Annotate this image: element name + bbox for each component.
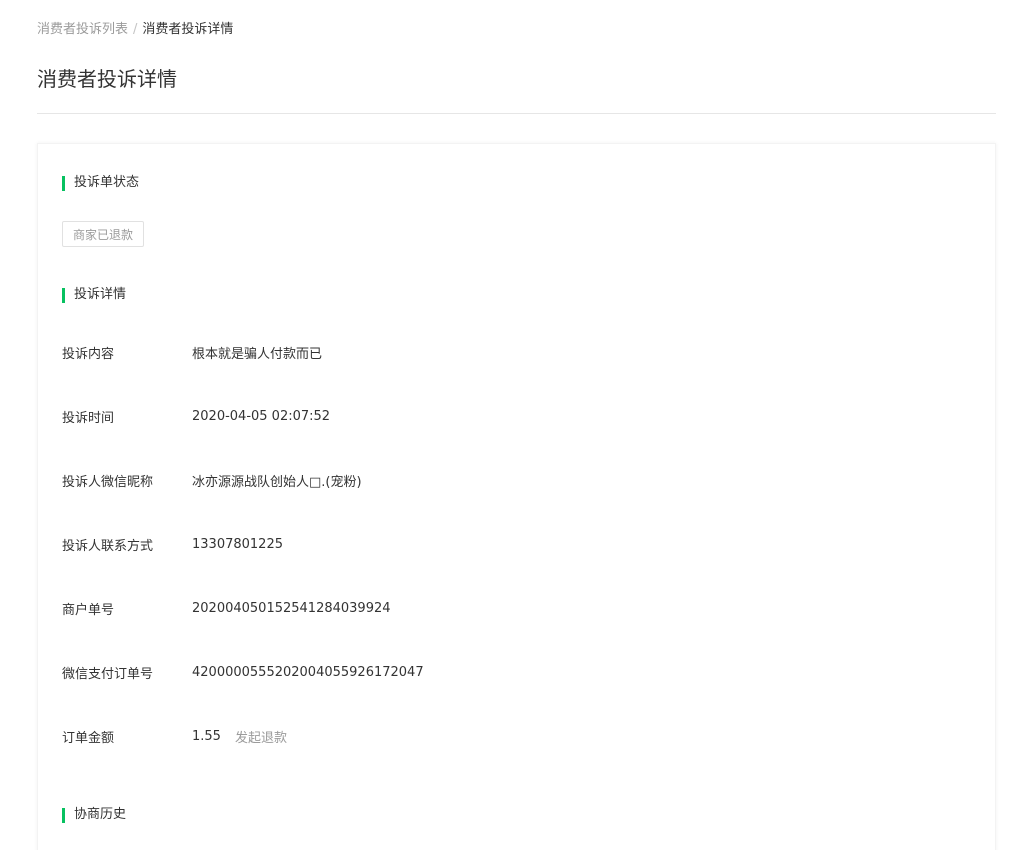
status-badge: 商家已退款 [62, 221, 145, 247]
detail-value: 4200000555202004055926172047 [192, 664, 424, 680]
detail-value: 1.55 [192, 728, 221, 744]
page: 消费者投诉列表 / 消费者投诉详情 消费者投诉详情 投诉单状态 商家已退款 投诉详情… [0, 0, 1033, 850]
detail-row-contact: 投诉人联系方式 13307801225 [62, 534, 283, 554]
detail-label: 订单金额 [62, 730, 115, 746]
section-accent-bar [62, 175, 65, 191]
section-header-details: 投诉详情 [62, 287, 126, 303]
initiate-refund-link[interactable]: 发起退款 [235, 727, 287, 746]
breadcrumb-separator: / [133, 22, 138, 37]
detail-value: 20200405015254128403992​4 [192, 600, 391, 616]
breadcrumb: 消费者投诉列表 / 消费者投诉详情 [37, 21, 233, 39]
detail-label: 微信支付订单号 [62, 666, 154, 682]
detail-value: 2020-04-05 02:07:52 [192, 408, 331, 424]
section-header-status: 投诉单状态 [62, 175, 139, 191]
detail-label: 投诉人微信昵称 [62, 474, 154, 490]
section-title-status: 投诉单状态 [74, 175, 140, 190]
detail-value: 13307801225 [192, 536, 283, 552]
section-title-history: 协商历史 [74, 807, 127, 822]
detail-label: 投诉时间 [62, 410, 115, 426]
page-title: 消费者投诉详情 [37, 67, 177, 91]
detail-row-time: 投诉时间 2020-04-05 02:07:52 [62, 406, 330, 426]
breadcrumb-current: 消费者投诉详情 [142, 22, 234, 37]
section-header-history: 协商历史 [62, 807, 126, 823]
section-accent-bar [62, 807, 65, 823]
complaint-detail-card: 投诉单状态 商家已退款 投诉详情 投诉内容 根本就是骗人付款而已 投诉时间 20… [37, 143, 996, 850]
detail-row-wechat-order: 微信支付订单号 4200000555202004055926172047 [62, 662, 424, 682]
section-title-details: 投诉详情 [74, 287, 127, 302]
detail-row-nickname: 投诉人微信昵称 冰亦源源战队创始人□.(宠粉) [62, 470, 362, 490]
detail-value: 根本就是骗人付款而已 [192, 346, 323, 362]
detail-label: 投诉人联系方式 [62, 538, 154, 554]
title-divider [37, 113, 996, 114]
detail-row-content: 投诉内容 根本就是骗人付款而已 [62, 342, 322, 362]
detail-value: 冰亦源源战队创始人□.(宠粉) [192, 474, 362, 490]
detail-row-merchant-order: 商户单号 20200405015254128403992​4 [62, 598, 391, 618]
section-accent-bar [62, 287, 65, 303]
detail-label: 商户单号 [62, 602, 115, 618]
detail-label: 投诉内容 [62, 346, 115, 362]
detail-row-amount: 订单金额 1.55 发起退款 [62, 726, 287, 746]
breadcrumb-parent-link[interactable]: 消费者投诉列表 [37, 22, 128, 37]
